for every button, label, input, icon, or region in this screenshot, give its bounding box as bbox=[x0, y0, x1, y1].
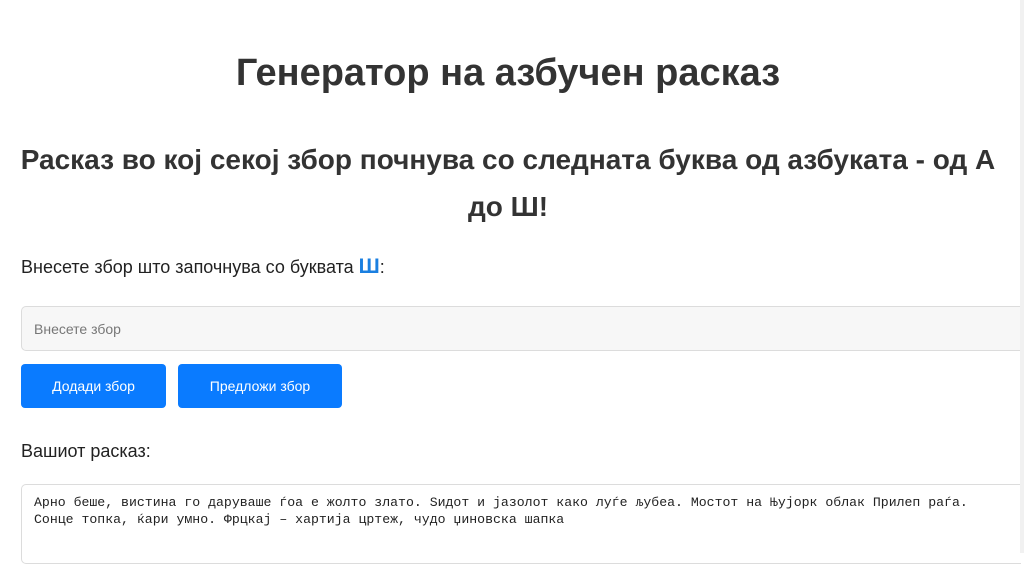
word-prompt: Внесете збор што започнува со буквата Ш: bbox=[21, 255, 385, 279]
page-title: Генератор на азбучен расказ bbox=[235, 52, 781, 94]
story-label: Вашиот расказ: bbox=[21, 441, 151, 461]
add-word-button[interactable]: Додади збор bbox=[21, 364, 166, 408]
page: Генератор на азбучен расказ Расказ во ко… bbox=[0, 0, 1024, 564]
page-subtitle: Расказ во кој секој збор почнува со след… bbox=[20, 144, 996, 222]
story-textarea[interactable]: Арно беше, вистина го даруваше ѓоа е жол… bbox=[21, 484, 1021, 564]
word-prompt-colon: : bbox=[379, 257, 385, 277]
suggest-word-button[interactable]: Предложи збор bbox=[178, 364, 342, 408]
current-letter: Ш bbox=[358, 255, 380, 278]
window-scrollbar[interactable] bbox=[1020, 0, 1024, 553]
word-input[interactable] bbox=[21, 306, 1021, 351]
word-prompt-text: Внесете збор што започнува со буквата bbox=[21, 257, 359, 277]
